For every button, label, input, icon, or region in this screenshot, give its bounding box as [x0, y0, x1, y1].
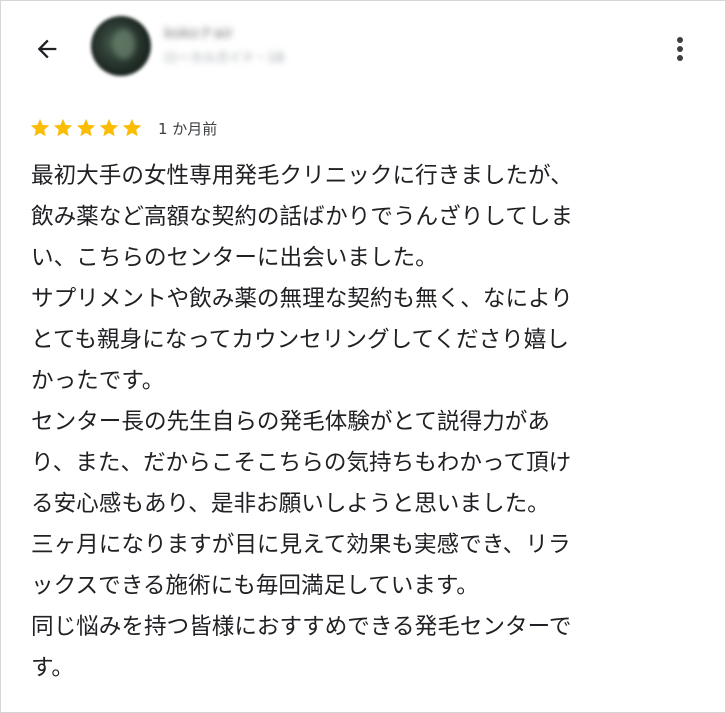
review-line: す。	[31, 655, 74, 681]
review-date: 1 か月前	[158, 119, 218, 138]
review-line: り、また、だからこそこちらの気持ちもわかって頂け	[31, 450, 572, 476]
arrow-left-icon	[37, 39, 57, 59]
review-line: サプリメントや飲み薬の無理な契約も無く、なにより	[31, 286, 573, 312]
review-line: とても親身になってカウンセリングしてくださり嬉し	[31, 327, 569, 353]
reviewer-meta: ローカルガイド・18	[164, 51, 285, 66]
review-line: 飲み薬など高額な契約の話ばかりでうんざりしてしま	[31, 204, 574, 230]
review-line: る安心感もあり、是非お願いしようと思いました。	[31, 491, 550, 517]
star-icon	[122, 118, 142, 137]
review-text: 最初大手の女性専用発毛クリニックに行きましたが、 飲み薬など高額な契約の話ばかりで…	[31, 156, 699, 689]
star-icon	[99, 118, 119, 137]
star-icon	[30, 118, 50, 137]
rating-row: 1 か月前	[29, 115, 217, 141]
review-line: 三ヶ月になりますが目に見えて効果も実感でき、リラ	[31, 532, 571, 558]
review-line: 最初大手の女性専用発毛クリニックに行きましたが、	[31, 163, 573, 189]
review-line: い、こちらのセンターに出会いました。	[31, 245, 438, 271]
star-icon	[53, 118, 73, 137]
star-icon	[76, 118, 96, 137]
more-vert-icon	[677, 37, 683, 61]
review-header: kokoナair ローカルガイド・18	[1, 1, 725, 101]
avatar-highlight	[113, 29, 135, 59]
back-button[interactable]	[27, 29, 67, 69]
review-line: センター長の先生自らの発毛体験がとて説得力があ	[31, 409, 550, 435]
review-line: 同じ悩みを持つ皆様におすすめできる発毛センターで	[31, 614, 572, 640]
review-card: kokoナair ローカルガイド・18 1 か月前 最初大手の女性専用発毛クリニ…	[0, 0, 726, 713]
more-options-button[interactable]	[665, 29, 695, 69]
review-line: かったです。	[31, 368, 165, 394]
star-rating	[29, 117, 144, 139]
reviewer-name[interactable]: kokoナair	[164, 22, 264, 44]
review-line: ックスできる施術にも毎回満足しています。	[31, 573, 479, 599]
